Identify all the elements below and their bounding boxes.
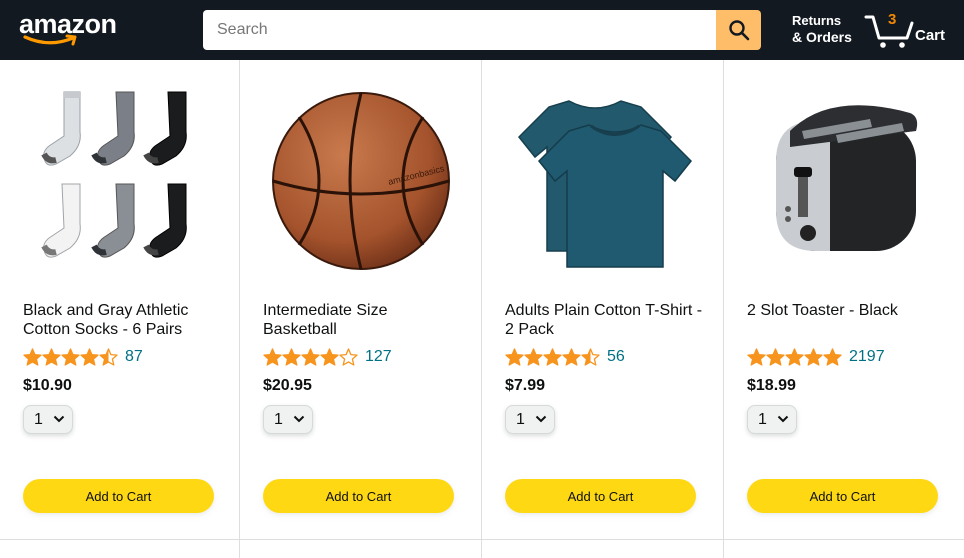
star-full-icon	[42, 347, 61, 366]
returns-orders-link[interactable]: Returns & Orders	[792, 13, 852, 45]
add-to-cart-button[interactable]: Add to Cart	[505, 479, 696, 513]
search-bar	[203, 10, 761, 50]
search-button[interactable]	[716, 10, 761, 50]
star-full-icon	[263, 347, 282, 366]
returns-label: Returns	[792, 13, 842, 28]
rating-count[interactable]: 2197	[849, 348, 885, 366]
search-input[interactable]	[203, 10, 716, 50]
add-to-cart-button[interactable]: Add to Cart	[23, 479, 214, 513]
star-half-icon	[99, 347, 118, 366]
product-price: $10.90	[23, 377, 72, 394]
quantity-select[interactable]: 1	[263, 405, 313, 434]
star-full-icon	[524, 347, 543, 366]
star-full-icon	[301, 347, 320, 366]
next-row-card	[240, 540, 482, 558]
next-row-card	[482, 540, 724, 558]
product-card: Adults Plain Cotton T-Shirt - 2 Pack 56 …	[482, 60, 724, 540]
product-rating[interactable]: 87	[23, 346, 143, 368]
star-full-icon	[785, 347, 804, 366]
star-full-icon	[747, 347, 766, 366]
star-full-icon	[505, 347, 524, 366]
star-full-icon	[823, 347, 842, 366]
quantity-select[interactable]: 1	[747, 405, 797, 434]
product-name[interactable]: Adults Plain Cotton T-Shirt - 2 Pack	[505, 301, 705, 339]
product-name[interactable]: Intermediate Size Basketball	[263, 301, 463, 339]
smile-arrow-icon	[23, 34, 77, 46]
rating-count[interactable]: 127	[365, 348, 392, 366]
product-card: Black and Gray Athletic Cotton Socks - 6…	[0, 60, 240, 540]
quantity-select[interactable]: 1	[505, 405, 555, 434]
product-image-basketball[interactable]: amazonbasics	[240, 78, 482, 284]
star-full-icon	[543, 347, 562, 366]
product-name[interactable]: 2 Slot Toaster - Black	[747, 301, 947, 320]
quantity-value: 1	[516, 411, 525, 428]
quantity-select[interactable]: 1	[23, 405, 73, 434]
top-header: amazon Returns & Orders 3 Cart	[0, 0, 964, 60]
product-card: 2 Slot Toaster - Black 2197 $18.99 1 Add…	[724, 60, 964, 540]
star-full-icon	[320, 347, 339, 366]
star-rating	[505, 347, 600, 367]
product-image-toaster[interactable]	[724, 78, 964, 284]
add-to-cart-button[interactable]: Add to Cart	[747, 479, 938, 513]
chevron-down-icon	[535, 415, 547, 423]
star-rating	[747, 347, 842, 367]
quantity-value: 1	[34, 411, 43, 428]
search-icon	[728, 20, 749, 41]
product-name[interactable]: Black and Gray Athletic Cotton Socks - 6…	[23, 301, 223, 339]
product-card: amazonbasics Intermediate Size Basketbal…	[240, 60, 482, 540]
star-full-icon	[80, 347, 99, 366]
star-full-icon	[23, 347, 42, 366]
product-price: $18.99	[747, 377, 796, 394]
rating-count[interactable]: 87	[125, 348, 143, 366]
chevron-down-icon	[777, 415, 789, 423]
star-empty-icon	[339, 347, 358, 366]
cart-count: 3	[888, 11, 897, 28]
star-half-icon	[581, 347, 600, 366]
chevron-down-icon	[53, 415, 65, 423]
star-rating	[23, 347, 118, 367]
star-full-icon	[766, 347, 785, 366]
cart-link[interactable]: 3 Cart	[864, 10, 954, 52]
product-image-socks[interactable]	[0, 78, 242, 284]
rating-count[interactable]: 56	[607, 348, 625, 366]
chevron-down-icon	[293, 415, 305, 423]
product-price: $7.99	[505, 377, 546, 394]
next-row-card	[0, 540, 240, 558]
amazon-logo[interactable]: amazon	[18, 6, 126, 52]
star-full-icon	[61, 347, 80, 366]
product-grid: Black and Gray Athletic Cotton Socks - 6…	[0, 60, 964, 558]
star-full-icon	[804, 347, 823, 366]
quantity-value: 1	[274, 411, 283, 428]
product-rating[interactable]: 127	[263, 346, 392, 368]
product-price: $20.95	[263, 377, 312, 394]
cart-label: Cart	[915, 27, 946, 44]
star-rating	[263, 347, 358, 367]
star-full-icon	[282, 347, 301, 366]
product-image-tshirt[interactable]	[482, 78, 724, 284]
add-to-cart-button[interactable]: Add to Cart	[263, 479, 454, 513]
product-rating[interactable]: 2197	[747, 346, 885, 368]
star-full-icon	[562, 347, 581, 366]
orders-label: & Orders	[792, 29, 852, 45]
product-rating[interactable]: 56	[505, 346, 625, 368]
quantity-value: 1	[758, 411, 767, 428]
